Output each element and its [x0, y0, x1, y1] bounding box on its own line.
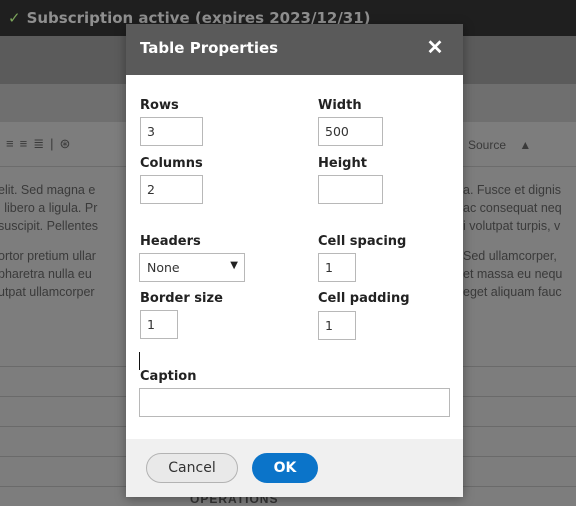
headers-select-value: None [147, 260, 180, 275]
dialog-header: Table Properties ✕ [126, 24, 463, 75]
justify-icon[interactable]: ≣ [33, 136, 50, 151]
width-label: Width [318, 98, 362, 113]
border-size-label: Border size [140, 291, 223, 306]
link-icon[interactable]: ⊛ [59, 136, 76, 151]
height-label: Height [318, 156, 367, 171]
bg-text-right: a. Fusce et dignis ac consequat neq i vo… [463, 183, 563, 299]
ok-button[interactable]: OK [252, 453, 318, 483]
caption-label: Caption [140, 369, 197, 384]
height-input[interactable] [318, 175, 383, 204]
caption-input[interactable] [139, 388, 450, 417]
dialog-title: Table Properties [140, 39, 279, 57]
headers-label: Headers [140, 234, 201, 249]
align-right-icon[interactable]: ≡ [6, 136, 20, 151]
border-size-input[interactable] [140, 310, 178, 339]
dialog-footer: Cancel OK [126, 439, 463, 497]
cell-spacing-label: Cell spacing [318, 234, 407, 249]
text-cursor [139, 352, 140, 370]
rows-input[interactable] [140, 117, 203, 146]
bg-text-left: elit. Sed magna e i libero a ligula. Pr … [0, 183, 99, 299]
cell-padding-label: Cell padding [318, 291, 410, 306]
cell-padding-input[interactable] [318, 311, 356, 340]
rows-label: Rows [140, 98, 179, 113]
cancel-button[interactable]: Cancel [146, 453, 238, 483]
close-icon[interactable]: ✕ [425, 36, 445, 60]
width-input[interactable] [318, 117, 383, 146]
warning-icon: ▲ [519, 138, 532, 152]
align-center-icon[interactable]: ≡ [20, 136, 34, 151]
table-properties-dialog: Table Properties ✕ Rows Width Columns He… [126, 24, 463, 497]
columns-input[interactable] [140, 175, 203, 204]
source-button[interactable]: Source [468, 138, 506, 152]
columns-label: Columns [140, 156, 203, 171]
cell-spacing-input[interactable] [318, 253, 356, 282]
headers-select[interactable]: None ▼ [139, 253, 245, 282]
toolbar-icons: ≡≡≣|⊛ [6, 136, 76, 152]
check-icon: ✓ [8, 9, 21, 27]
dropdown-arrow-icon: ▼ [230, 260, 238, 271]
